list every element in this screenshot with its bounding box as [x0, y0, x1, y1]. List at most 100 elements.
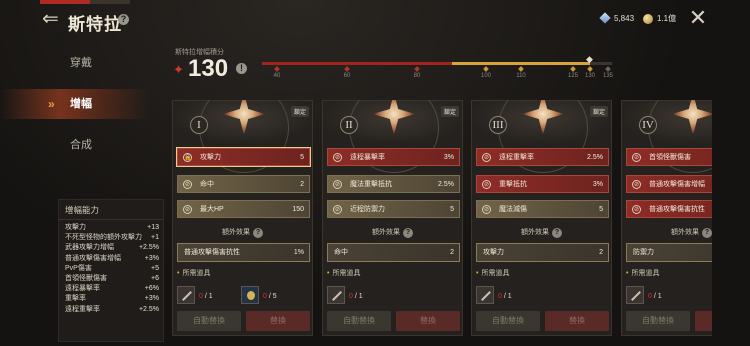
extra-effect-header: 額外效果? — [323, 227, 462, 238]
question-icon[interactable]: ? — [552, 228, 562, 238]
option-value: 3% — [592, 181, 603, 188]
option-row[interactable]: ⊘ 重擊抵抗 3% — [476, 175, 609, 193]
option-value: 2.5% — [587, 154, 603, 161]
extra-effect-name: 攻擊力 — [483, 249, 504, 256]
stat-value: +3% — [144, 295, 159, 303]
unlock-icon[interactable]: ⊘ — [333, 153, 342, 162]
option-name: 近程防禦力 — [350, 206, 385, 213]
help-icon[interactable]: ? — [118, 14, 129, 25]
nav-item-label: 增幅 — [70, 98, 92, 110]
unlock-icon[interactable]: ⊘ — [482, 153, 491, 162]
stat-name: 重擊率 — [65, 295, 86, 303]
option-row[interactable]: ⊘ 遠程暴擊率 3% — [327, 148, 460, 166]
tick-label: 110 — [516, 73, 526, 79]
lock-badge[interactable]: 鎖定 — [440, 106, 459, 117]
back-arrow-icon[interactable]: ⇐ — [42, 9, 66, 31]
item-have: 0 — [199, 293, 203, 300]
enhance-card: II 鎖定 ⊘ 遠程暴擊率 3% ⊘ 魔法重擊抵抗 2.5% ⊘ 近程防禦力 5 額外效果? 命中 2 •… — [322, 100, 463, 336]
stat-row: PvP傷害 +5 — [59, 264, 163, 274]
unlock-icon[interactable]: ⊘ — [632, 153, 641, 162]
item-count: 0 / 1 — [349, 293, 363, 300]
stat-value: +13 — [147, 224, 159, 231]
option-name: 最大HP — [200, 206, 224, 213]
option-row[interactable]: ⊘ 普通攻擊傷害增幅 — [626, 175, 712, 193]
extra-effect-row: 防禦力 — [626, 243, 712, 262]
replace-button[interactable]: 替換 — [246, 311, 310, 331]
stat-name: 普通攻擊傷害增幅 — [65, 254, 121, 262]
stat-row: 首領怪獸傷害 +6 — [59, 274, 163, 284]
tick-label: 100 — [480, 73, 491, 79]
extra-effect-value: 2 — [450, 249, 454, 256]
slot-numeral: I — [190, 116, 208, 134]
unlock-icon[interactable]: ⊘ — [333, 180, 342, 189]
wand-item-icon[interactable] — [626, 286, 644, 304]
auto-replace-button[interactable]: 自動替換 — [476, 311, 540, 331]
stat-name: 不死型怪物的額外攻擊力 — [65, 234, 142, 242]
question-icon[interactable]: ? — [403, 228, 413, 238]
nav-item-enhance[interactable]: » 增幅 — [0, 89, 150, 119]
stat-value: +3% — [144, 254, 159, 262]
option-row[interactable]: ⊘ 遠程重擊率 2.5% — [476, 148, 609, 166]
auto-replace-button[interactable]: 自動替換 — [327, 311, 391, 331]
stat-value: +5 — [151, 264, 159, 272]
option-name: 首領怪獸傷害 — [649, 154, 691, 161]
score-value: 130 — [188, 55, 229, 82]
stat-name: 攻擊力 — [65, 224, 86, 231]
cards-area: I 鎖定 🔒 攻擊力 5 ⊘ 命中 2 ⊘ 最大HP 150 額外效果? 普通攻擊傷害抗性 1% • 所需道… — [172, 100, 712, 346]
option-row[interactable]: ⊘ 普通攻擊傷害抗性 — [626, 200, 712, 218]
unlock-icon[interactable]: ⊘ — [632, 205, 641, 214]
unlock-icon[interactable]: ⊘ — [482, 205, 491, 214]
replace-button[interactable]: 替換 — [396, 311, 460, 331]
coin-icon — [643, 13, 653, 24]
track-marker-icon: ◆ — [586, 54, 593, 64]
coin-counter: 1.1億 — [643, 13, 676, 24]
track-fill-gold — [452, 62, 590, 65]
replace-button[interactable]: 替換 — [545, 311, 609, 331]
extra-effect-header: 額外效果? — [622, 227, 712, 238]
extra-effect-header: 額外效果? — [173, 227, 312, 238]
unlock-icon[interactable]: ⊘ — [183, 205, 192, 214]
unlock-icon[interactable]: ⊘ — [333, 205, 342, 214]
score-track — [262, 62, 612, 65]
auto-replace-button[interactable]: 自動替換 — [626, 311, 690, 331]
lock-badge[interactable]: 鎖定 — [290, 106, 309, 117]
replace-button[interactable]: 替換 — [695, 311, 712, 331]
option-row[interactable]: ⊘ 首領怪獸傷害 — [626, 148, 712, 166]
item-have: 0 — [349, 293, 353, 300]
wand-item-icon[interactable] — [327, 286, 345, 304]
option-value: 5 — [450, 206, 454, 213]
option-row[interactable]: ⊘ 最大HP 150 — [177, 200, 310, 218]
stat-name: 遠程暴擊率 — [65, 285, 100, 293]
option-value: 2 — [300, 181, 304, 188]
unlock-icon[interactable]: ⊘ — [482, 180, 491, 189]
question-icon[interactable]: ? — [702, 228, 712, 238]
option-row[interactable]: ⊘ 魔法重擊抵抗 2.5% — [327, 175, 460, 193]
unlock-icon[interactable]: ⊘ — [183, 180, 192, 189]
unlock-icon[interactable]: ⊘ — [632, 180, 641, 189]
gem-amount: 5,843 — [614, 13, 635, 23]
nav-item-label: 穿戴 — [70, 57, 92, 69]
option-row[interactable]: ⊘ 近程防禦力 5 — [327, 200, 460, 218]
lock-icon[interactable]: 🔒 — [183, 153, 192, 162]
close-icon[interactable]: ✕ — [688, 7, 708, 29]
option-name: 重擊抵抗 — [499, 181, 527, 188]
stat-row: 遠程重擊率 +2.5% — [59, 305, 163, 315]
option-name: 魔法減傷 — [499, 206, 527, 213]
option-row[interactable]: ⊘ 命中 2 — [177, 175, 310, 193]
question-icon[interactable]: ? — [253, 228, 263, 238]
score-help-icon[interactable]: ! — [236, 63, 247, 74]
option-value: 150 — [292, 206, 304, 213]
option-row[interactable]: 🔒 攻擊力 5 — [176, 147, 311, 167]
auto-replace-button[interactable]: 自動替換 — [177, 311, 241, 331]
extra-effect-row: 命中 2 — [327, 243, 460, 262]
stat-row: 不死型怪物的額外攻擊力 +1 — [59, 233, 163, 243]
scroll-item-icon[interactable] — [241, 286, 259, 304]
nav-item-wear[interactable]: 穿戴 — [0, 48, 150, 78]
option-name: 普通攻擊傷害增幅 — [649, 181, 705, 188]
item-need: 1 — [358, 293, 363, 300]
lock-badge[interactable]: 鎖定 — [589, 106, 608, 117]
nav-item-combine[interactable]: 合成 — [0, 130, 150, 160]
wand-item-icon[interactable] — [177, 286, 195, 304]
option-row[interactable]: ⊘ 魔法減傷 5 — [476, 200, 609, 218]
wand-item-icon[interactable] — [476, 286, 494, 304]
